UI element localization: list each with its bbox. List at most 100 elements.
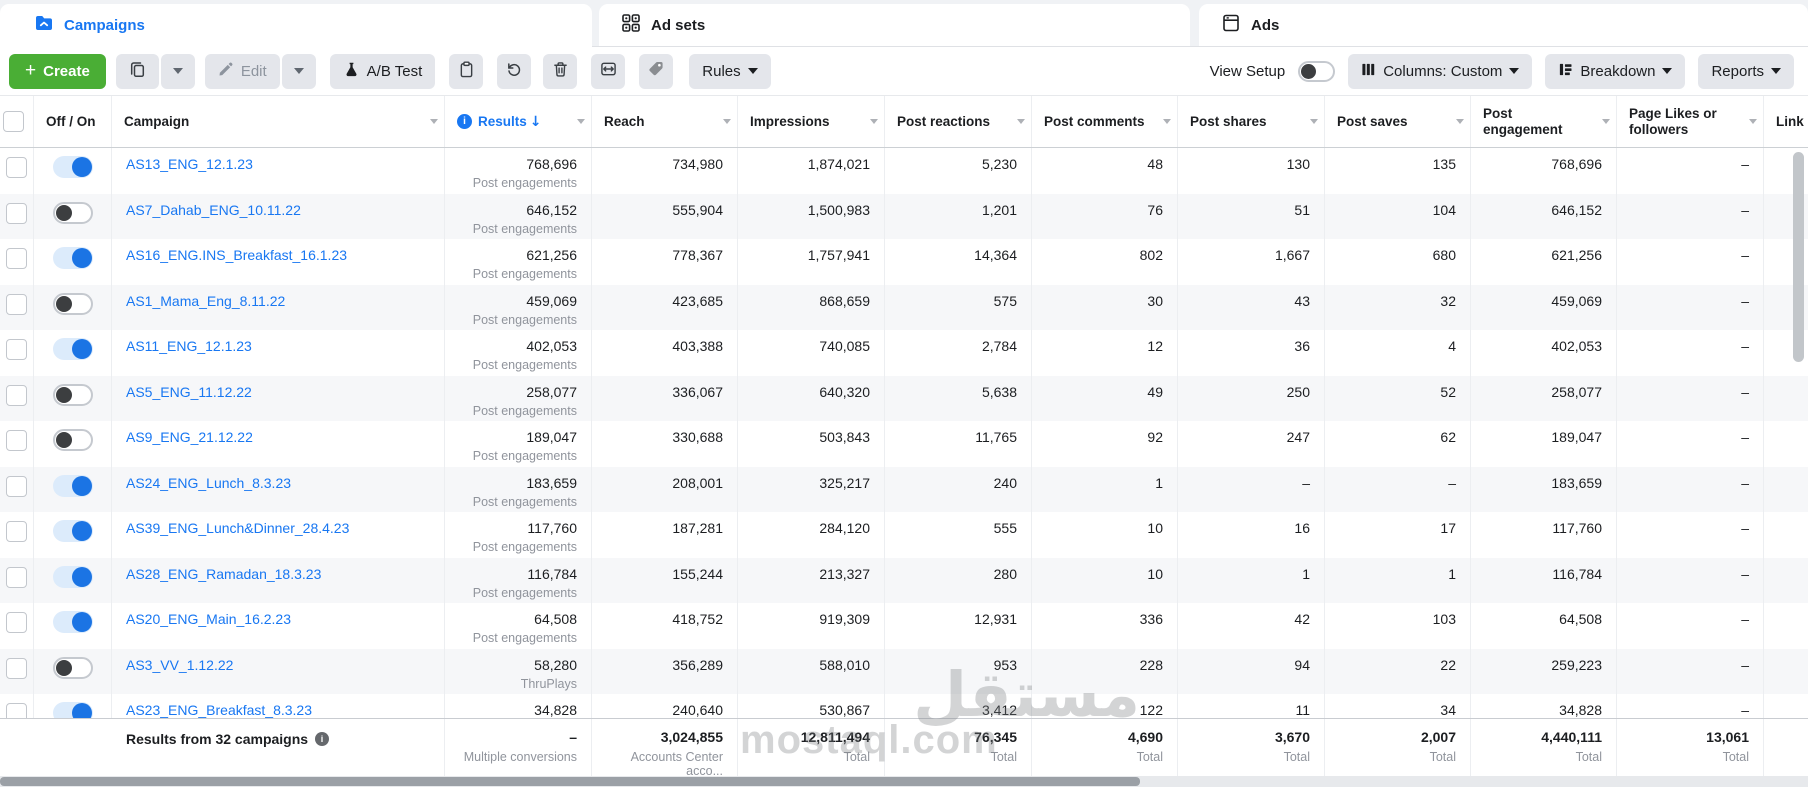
select-all-checkbox[interactable]	[3, 111, 24, 132]
campaign-toggle[interactable]	[53, 702, 93, 718]
tag-button[interactable]	[639, 54, 673, 89]
paste-button[interactable]	[449, 54, 483, 89]
header-results[interactable]: iResults↓	[445, 96, 592, 147]
reports-button[interactable]: Reports	[1698, 54, 1794, 89]
campaign-toggle[interactable]	[53, 202, 93, 224]
cell-value: 919,309	[738, 611, 870, 627]
header-link[interactable]: Link	[1764, 96, 1808, 147]
campaign-link[interactable]: AS16_ENG.INS_Breakfast_16.1.23	[126, 247, 347, 263]
row-checkbox[interactable]	[6, 248, 27, 269]
campaign-toggle[interactable]	[53, 475, 93, 497]
campaign-toggle[interactable]	[53, 611, 93, 633]
row-checkbox[interactable]	[6, 294, 27, 315]
campaign-link[interactable]: AS7_Dahab_ENG_10.11.22	[126, 202, 301, 218]
cell-value: 14,364	[885, 247, 1017, 263]
campaign-link[interactable]: AS9_ENG_21.12.22	[126, 429, 253, 445]
cell-value: 104	[1325, 202, 1456, 218]
horizontal-scrollbar[interactable]	[0, 776, 1808, 787]
sort-caret-icon[interactable]	[1017, 119, 1025, 124]
delete-button[interactable]	[543, 54, 577, 89]
edit-button[interactable]: Edit	[205, 54, 280, 89]
table-row: AS23_ENG_Breakfast_8.3.2334,828240,64053…	[0, 694, 1808, 718]
export-import-button[interactable]	[591, 54, 625, 89]
columns-button[interactable]: Columns: Custom	[1348, 54, 1532, 89]
cell-impressions: 588,010	[738, 649, 885, 695]
tab-campaigns[interactable]: Campaigns	[0, 4, 592, 47]
campaign-toggle[interactable]	[53, 156, 93, 178]
view-setup-toggle[interactable]	[1298, 61, 1335, 82]
campaign-toggle[interactable]	[53, 338, 93, 360]
edit-dropdown-button[interactable]	[282, 54, 316, 89]
breakdown-button[interactable]: Breakdown	[1545, 54, 1685, 89]
row-checkbox[interactable]	[6, 430, 27, 451]
cell-value: 555,904	[592, 202, 723, 218]
row-checkbox[interactable]	[6, 385, 27, 406]
cell-value: 51	[1178, 202, 1310, 218]
header-post-reactions[interactable]: Post reactions	[885, 96, 1032, 147]
campaign-toggle[interactable]	[53, 520, 93, 542]
sort-caret-icon[interactable]	[870, 119, 878, 124]
duplicate-button[interactable]	[116, 54, 159, 89]
header-page-likes[interactable]: Page Likes or followers	[1617, 96, 1764, 147]
create-button[interactable]: + Create	[9, 54, 106, 89]
header-post-saves[interactable]: Post saves	[1325, 96, 1471, 147]
campaign-link[interactable]: AS3_VV_1.12.22	[126, 657, 233, 673]
campaign-link[interactable]: AS23_ENG_Breakfast_8.3.23	[126, 702, 312, 718]
duplicate-dropdown-button[interactable]	[161, 54, 195, 89]
columns-label: Columns: Custom	[1383, 63, 1502, 80]
tab-ads[interactable]: Ads	[1199, 4, 1808, 47]
campaign-link[interactable]: AS1_Mama_Eng_8.11.22	[126, 293, 285, 309]
campaign-toggle[interactable]	[53, 566, 93, 588]
campaign-toggle[interactable]	[53, 384, 93, 406]
header-post-comments[interactable]: Post comments	[1032, 96, 1178, 147]
info-icon[interactable]: i	[457, 114, 472, 129]
sort-caret-icon[interactable]	[723, 119, 731, 124]
header-impressions[interactable]: Impressions	[738, 96, 885, 147]
row-checkbox[interactable]	[6, 203, 27, 224]
campaign-link[interactable]: AS11_ENG_12.1.23	[126, 338, 252, 354]
cell-reactions: 1,201	[885, 194, 1032, 240]
trash-icon	[553, 61, 568, 81]
sort-caret-icon[interactable]	[1163, 119, 1171, 124]
ab-test-button[interactable]: A/B Test	[330, 54, 436, 89]
sort-caret-icon[interactable]	[1602, 119, 1610, 124]
undo-button[interactable]	[497, 54, 531, 89]
campaign-toggle[interactable]	[53, 293, 93, 315]
header-reach[interactable]: Reach	[592, 96, 738, 147]
row-checkbox[interactable]	[6, 476, 27, 497]
tab-ad-sets[interactable]: Ad sets	[599, 4, 1190, 47]
campaign-toggle[interactable]	[53, 657, 93, 679]
row-checkbox[interactable]	[6, 658, 27, 679]
campaign-link[interactable]: AS13_ENG_12.1.23	[126, 156, 253, 172]
row-checkbox[interactable]	[6, 339, 27, 360]
header-post-shares[interactable]: Post shares	[1178, 96, 1325, 147]
campaign-link[interactable]: AS24_ENG_Lunch_8.3.23	[126, 475, 291, 491]
rules-button[interactable]: Rules	[689, 54, 770, 89]
row-checkbox[interactable]	[6, 157, 27, 178]
vertical-scrollbar-thumb[interactable]	[1793, 152, 1804, 362]
cell-value: 10	[1032, 566, 1163, 582]
info-icon[interactable]: i	[315, 732, 329, 746]
sort-caret-icon[interactable]	[430, 119, 438, 124]
header-campaign[interactable]: Campaign	[112, 96, 445, 147]
header-post-engagement[interactable]: Post engagement	[1471, 96, 1617, 147]
campaign-link[interactable]: AS39_ENG_Lunch&Dinner_28.4.23	[126, 520, 349, 536]
campaign-toggle[interactable]	[53, 429, 93, 451]
sort-caret-icon[interactable]	[1456, 119, 1464, 124]
row-checkbox[interactable]	[6, 703, 27, 718]
cell-impressions: 1,874,021	[738, 148, 885, 194]
campaign-toggle[interactable]	[53, 247, 93, 269]
sort-caret-icon[interactable]	[1310, 119, 1318, 124]
sort-caret-icon[interactable]	[577, 119, 585, 124]
cell-comments: 12	[1032, 330, 1178, 376]
row-checkbox[interactable]	[6, 612, 27, 633]
horizontal-scrollbar-thumb[interactable]	[0, 777, 1140, 786]
row-checkbox[interactable]	[6, 567, 27, 588]
row-checkbox[interactable]	[6, 521, 27, 542]
campaigns-toolbar: + Create Edit A/B Test	[0, 47, 1808, 95]
campaign-link[interactable]: AS5_ENG_11.12.22	[126, 384, 252, 400]
campaign-link[interactable]: AS20_ENG_Main_16.2.23	[126, 611, 291, 627]
cell-link	[1764, 512, 1808, 558]
sort-caret-icon[interactable]	[1749, 119, 1757, 124]
campaign-link[interactable]: AS28_ENG_Ramadan_18.3.23	[126, 566, 321, 582]
